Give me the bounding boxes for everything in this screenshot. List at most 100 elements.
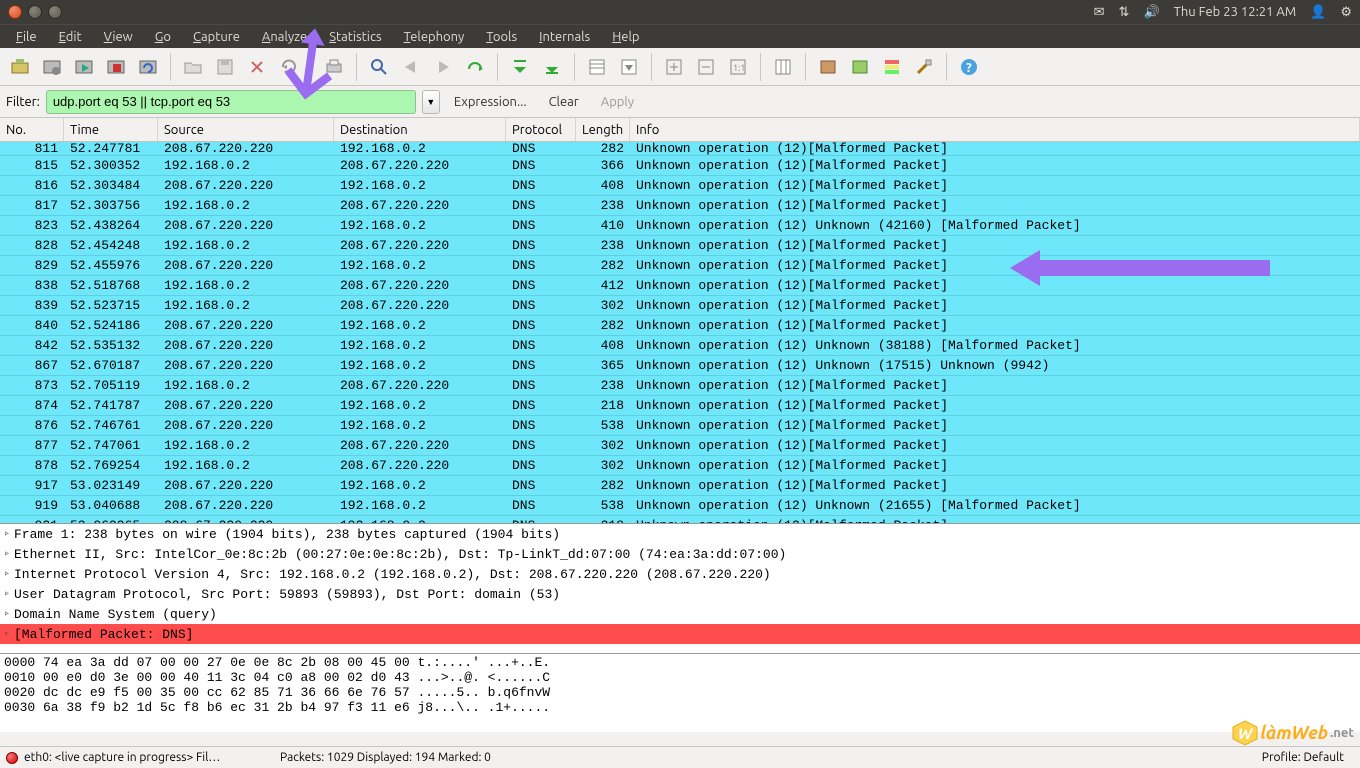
apply-button[interactable]: Apply [593,95,642,109]
auto-scroll-icon[interactable] [615,53,643,81]
start-capture-icon[interactable] [70,53,98,81]
menu-file[interactable]: File [6,28,47,46]
filter-input[interactable] [46,90,416,114]
expand-icon[interactable]: ▹ [4,588,14,600]
col-header-info[interactable]: Info [630,118,1360,141]
col-header-no[interactable]: No. [0,118,64,141]
menu-capture[interactable]: Capture [183,28,250,46]
detail-line[interactable]: ▹User Datagram Protocol, Src Port: 59893… [0,584,1360,604]
table-row[interactable]: 87852.769254192.168.0.2208.67.220.220DNS… [0,456,1360,476]
help-icon[interactable]: ? [955,53,983,81]
packet-details-pane[interactable]: ▹Frame 1: 238 bytes on wire (1904 bits),… [0,524,1360,654]
table-row[interactable]: 87652.746761208.67.220.220192.168.0.2DNS… [0,416,1360,436]
table-row[interactable]: 81652.303484208.67.220.220192.168.0.2DNS… [0,176,1360,196]
hex-line: 0020 dc dc e9 f5 00 35 00 cc 62 85 71 36… [4,685,1356,700]
menu-edit[interactable]: Edit [49,28,92,46]
svg-text:1:1: 1:1 [733,63,745,73]
datetime[interactable]: Thu Feb 23 12:21 AM [1174,5,1297,19]
resize-columns-icon[interactable] [769,53,797,81]
packet-list-body[interactable]: 81152.247781208.67.220.220192.168.0.2DNS… [0,142,1360,524]
go-back-icon[interactable] [397,53,425,81]
reload-icon[interactable] [275,53,303,81]
detail-line[interactable]: ▹Internet Protocol Version 4, Src: 192.1… [0,564,1360,584]
window-minimize-icon[interactable] [28,5,42,19]
detail-line[interactable]: ▹Ethernet II, Src: IntelCor_0e:8c:2b (00… [0,544,1360,564]
user-icon[interactable]: 👤 [1310,5,1326,20]
expression-button[interactable]: Expression... [446,95,535,109]
preferences-icon[interactable] [910,53,938,81]
packet-bytes-pane[interactable]: 0000 74 ea 3a dd 07 00 00 27 0e 0e 8c 2b… [0,654,1360,732]
table-row[interactable]: 87452.741787208.67.220.220192.168.0.2DNS… [0,396,1360,416]
menu-internals[interactable]: Internals [529,28,600,46]
zoom-100-icon[interactable]: 1:1 [724,53,752,81]
interfaces-icon[interactable] [6,53,34,81]
expand-icon[interactable]: ▹ [4,548,14,560]
display-filters-icon[interactable] [846,53,874,81]
col-header-protocol[interactable]: Protocol [506,118,576,141]
detail-line[interactable]: ▹Frame 1: 238 bytes on wire (1904 bits),… [0,524,1360,544]
table-row[interactable]: 87752.747061192.168.0.2208.67.220.220DNS… [0,436,1360,456]
filter-dropdown-icon[interactable]: ▼ [422,90,440,114]
menu-analyze[interactable]: Analyze [252,28,317,46]
expand-icon[interactable]: ▹ [4,628,14,640]
col-header-destination[interactable]: Destination [334,118,506,141]
find-icon[interactable] [365,53,393,81]
table-row[interactable]: 83952.523715192.168.0.2208.67.220.220DNS… [0,296,1360,316]
menu-view[interactable]: View [94,28,143,46]
table-row[interactable]: 82952.455976208.67.220.220192.168.0.2DNS… [0,256,1360,276]
open-file-icon[interactable] [179,53,207,81]
menu-telephony[interactable]: Telephony [394,28,475,46]
close-file-icon[interactable] [243,53,271,81]
menu-go[interactable]: Go [145,28,181,46]
capture-options-icon[interactable] [38,53,66,81]
detail-line[interactable]: ▹Domain Name System (query) [0,604,1360,624]
expand-icon[interactable]: ▹ [4,568,14,580]
main-toolbar: 1:1 ? [0,48,1360,86]
expand-icon[interactable]: ▹ [4,528,14,540]
coloring-rules-icon[interactable] [878,53,906,81]
table-row[interactable]: 81552.300352192.168.0.2208.67.220.220DNS… [0,156,1360,176]
restart-capture-icon[interactable] [134,53,162,81]
expand-icon[interactable]: ▹ [4,608,14,620]
go-first-icon[interactable] [506,53,534,81]
menu-statistics[interactable]: Statistics [319,28,391,46]
print-icon[interactable] [320,53,348,81]
window-maximize-icon[interactable] [48,5,62,19]
volume-icon[interactable]: 🔊 [1143,5,1159,20]
table-row[interactable]: 82352.438264208.67.220.220192.168.0.2DNS… [0,216,1360,236]
col-header-source[interactable]: Source [158,118,334,141]
col-header-length[interactable]: Length [576,118,630,141]
table-row[interactable]: 87352.705119192.168.0.2208.67.220.220DNS… [0,376,1360,396]
capture-filters-icon[interactable] [814,53,842,81]
col-header-time[interactable]: Time [64,118,158,141]
zoom-out-icon[interactable] [692,53,720,81]
table-row[interactable]: 82852.454248192.168.0.2208.67.220.220DNS… [0,236,1360,256]
go-forward-icon[interactable] [429,53,457,81]
detail-line[interactable]: ▹[Malformed Packet: DNS] [0,624,1360,644]
zoom-in-icon[interactable] [660,53,688,81]
table-row[interactable]: 91953.040688208.67.220.220192.168.0.2DNS… [0,496,1360,516]
power-icon[interactable]: ⚙ [1340,5,1352,20]
save-file-icon[interactable] [211,53,239,81]
network-icon[interactable]: ⇅ [1119,5,1130,20]
go-to-packet-icon[interactable] [461,53,489,81]
clear-button[interactable]: Clear [541,95,587,109]
go-last-icon[interactable] [538,53,566,81]
colorize-icon[interactable] [583,53,611,81]
status-bar: eth0: <live capture in progress> Fil… Pa… [0,746,1360,768]
table-row[interactable]: 86752.670187208.67.220.220192.168.0.2DNS… [0,356,1360,376]
status-profile[interactable]: Profile: Default [1262,751,1354,764]
table-row[interactable]: 91753.023149208.67.220.220192.168.0.2DNS… [0,476,1360,496]
mail-icon[interactable]: ✉ [1094,5,1105,20]
table-row[interactable]: 84252.535132208.67.220.220192.168.0.2DNS… [0,336,1360,356]
table-row[interactable]: 84052.524186208.67.220.220192.168.0.2DNS… [0,316,1360,336]
menu-tools[interactable]: Tools [476,28,527,46]
menu-help[interactable]: Help [602,28,649,46]
window-close-icon[interactable] [8,5,22,19]
table-row[interactable]: 83852.518768192.168.0.2208.67.220.220DNS… [0,276,1360,296]
filter-label: Filter: [6,95,40,109]
stop-capture-icon[interactable] [102,53,130,81]
table-row[interactable]: 81152.247781208.67.220.220192.168.0.2DNS… [0,142,1360,156]
table-row[interactable]: 92153.062265208.67.220.220192.168.0.2DNS… [0,516,1360,524]
table-row[interactable]: 81752.303756192.168.0.2208.67.220.220DNS… [0,196,1360,216]
